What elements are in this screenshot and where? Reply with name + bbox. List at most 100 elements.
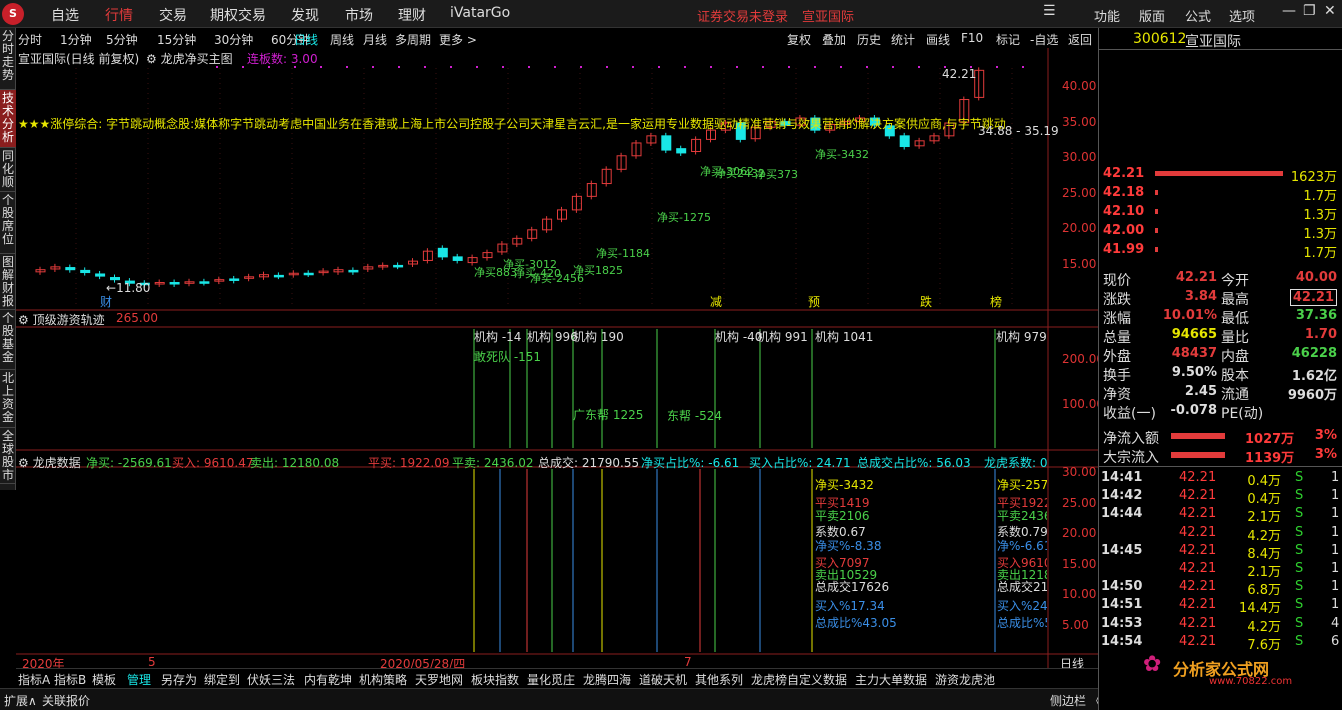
order-volume: 1.7万 xyxy=(1303,246,1337,261)
left-tab-2[interactable]: 同化顺 xyxy=(0,148,16,192)
limit-dot xyxy=(294,66,296,68)
tool-button-6[interactable]: 标记 xyxy=(996,31,1020,48)
indicator-tab-12[interactable]: 龙腾四海 xyxy=(583,671,631,688)
expand-button[interactable]: 扩展∧ xyxy=(4,692,37,709)
indicator-tab-3[interactable]: 管理 xyxy=(127,671,151,688)
indicator-tab-16[interactable]: 主力大单数据 xyxy=(855,671,927,688)
menu-item-7[interactable]: iVatarGo xyxy=(450,5,510,21)
tool-button-2[interactable]: 历史 xyxy=(857,31,881,48)
order-volume: 1.3万 xyxy=(1303,227,1337,242)
menu-item-6[interactable]: 理财 xyxy=(398,5,426,25)
candle-body xyxy=(393,264,404,268)
candle-body xyxy=(452,256,463,261)
period-tab-2[interactable]: 5分钟 xyxy=(106,31,138,48)
left-tab-4[interactable]: 图解财报 xyxy=(0,254,16,310)
quote-value: 42.21 xyxy=(1175,270,1217,285)
candle-body xyxy=(810,117,821,131)
menu-item-2[interactable]: 交易 xyxy=(159,5,187,25)
limit-dot xyxy=(476,66,478,68)
period-tab-8[interactable]: 月线 xyxy=(363,31,387,48)
tick-volume: 2.1万 xyxy=(1247,565,1281,580)
minimize-icon[interactable]: — xyxy=(1282,3,1296,19)
related-quote-button[interactable]: 关联报价 xyxy=(42,692,90,709)
tool-button-4[interactable]: 画线 xyxy=(926,31,950,48)
candle-body xyxy=(884,125,895,137)
right-menu-2[interactable]: 公式 xyxy=(1185,6,1211,25)
period-tab-3[interactable]: 15分钟 xyxy=(157,31,196,48)
indicator-tab-0[interactable]: 指标A xyxy=(18,671,50,688)
left-tab-7[interactable]: 全球股市 xyxy=(0,428,16,484)
left-tab-6[interactable]: 北上资金 xyxy=(0,370,16,428)
tool-button-8[interactable]: 返回 xyxy=(1068,31,1092,48)
tick-count: 1 xyxy=(1331,506,1340,522)
menu-item-5[interactable]: 市场 xyxy=(345,5,373,25)
right-menu-1[interactable]: 版面 xyxy=(1139,6,1165,25)
menu-item-4[interactable]: 发现 xyxy=(291,5,319,25)
indicator-tab-14[interactable]: 其他系列 xyxy=(695,671,743,688)
list-icon[interactable]: ☰ xyxy=(1043,3,1056,19)
indicator-tab-1[interactable]: 指标B xyxy=(54,671,86,688)
limit-dot xyxy=(788,66,790,68)
indicator-tab-7[interactable]: 内有乾坤 xyxy=(304,671,352,688)
tool-button-7[interactable]: -自选 xyxy=(1030,31,1058,48)
indicator-tab-5[interactable]: 绑定到 xyxy=(204,671,240,688)
limit-dot xyxy=(424,66,426,68)
close-icon[interactable]: ✕ xyxy=(1324,3,1336,19)
period-tab-10[interactable]: 更多 > xyxy=(439,31,477,48)
login-status[interactable]: 证券交易未登录 xyxy=(697,6,788,25)
menu-item-3[interactable]: 期权交易 xyxy=(210,5,266,25)
left-tab-0[interactable]: 分时走势 xyxy=(0,28,16,90)
menu-item-0[interactable]: 自选 xyxy=(51,5,79,25)
tool-button-5[interactable]: F10 xyxy=(961,31,983,45)
tick-time: 14:41 xyxy=(1101,470,1143,485)
period-tab-1[interactable]: 1分钟 xyxy=(60,31,92,48)
limit-dot xyxy=(268,66,270,68)
menu-item-1[interactable]: 行情 xyxy=(105,5,133,25)
indicator-tab-6[interactable]: 伏妖三法 xyxy=(247,671,295,688)
indicator-tab-9[interactable]: 天罗地网 xyxy=(415,671,463,688)
left-tab-1[interactable]: 技术分析 xyxy=(0,90,16,148)
limit-dot xyxy=(736,66,738,68)
tool-button-3[interactable]: 统计 xyxy=(891,31,915,48)
period-tab-6[interactable]: 日线 xyxy=(294,31,318,48)
tick-volume: 14.4万 xyxy=(1239,601,1281,617)
indicator-tab-17[interactable]: 游资龙虎池 xyxy=(935,671,995,688)
tick-side: S xyxy=(1295,633,1304,649)
tick-side: S xyxy=(1295,561,1304,576)
period-tab-7[interactable]: 周线 xyxy=(330,31,354,48)
candle-body xyxy=(437,247,448,258)
quote-label: 现价 xyxy=(1103,273,1131,289)
tick-price: 42.21 xyxy=(1179,506,1217,522)
left-tab-3[interactable]: 个股席位 xyxy=(0,192,16,254)
maximize-icon[interactable]: ❐ xyxy=(1303,3,1316,19)
tick-volume: 0.4万 xyxy=(1247,474,1281,489)
right-menu-3[interactable]: 选项 xyxy=(1229,6,1255,25)
tick-price: 42.21 xyxy=(1179,524,1217,540)
left-tab-5[interactable]: 个股基金 xyxy=(0,310,16,370)
period-tab-9[interactable]: 多周期 xyxy=(395,31,431,48)
indicator-tab-2[interactable]: 模板 xyxy=(92,671,116,688)
indicator-tab-13[interactable]: 道破天机 xyxy=(639,671,687,688)
tool-button-1[interactable]: 叠加 xyxy=(822,31,846,48)
chart-canvas[interactable] xyxy=(16,48,1098,668)
tick-price: 42.21 xyxy=(1179,542,1217,558)
chart-toolbar: 分时 1分钟 5分钟 15分钟 30分钟 60分钟 日线 周线 月线 多周期 更多 > 复权 叠加 历史统… xyxy=(16,28,1098,48)
indicator-tab-15[interactable]: 龙虎榜自定义数据 xyxy=(751,671,847,688)
tick-row: 14:41 42.21 0.4万 S 1 xyxy=(1099,470,1342,489)
indicator-tab-4[interactable]: 另存为 xyxy=(161,671,197,688)
candle-body xyxy=(348,269,359,273)
indicator-tab-8[interactable]: 机构策略 xyxy=(359,671,407,688)
quote-value: 42.21 xyxy=(1289,289,1337,306)
right-menu-0[interactable]: 功能 xyxy=(1094,6,1120,25)
quote-label: 最高 xyxy=(1221,292,1249,308)
tick-price: 42.21 xyxy=(1179,579,1217,595)
order-price: 42.00 xyxy=(1103,223,1145,238)
indicator-tab-10[interactable]: 板块指数 xyxy=(471,671,519,688)
tool-button-0[interactable]: 复权 xyxy=(787,31,811,48)
period-tab-0[interactable]: 分时 xyxy=(18,31,42,48)
app-logo: S xyxy=(2,3,24,25)
period-tab-4[interactable]: 30分钟 xyxy=(214,31,253,48)
quote-label: 收益(一) xyxy=(1103,406,1156,422)
quote-label: PE(动) xyxy=(1221,406,1264,422)
indicator-tab-11[interactable]: 量化觅庄 xyxy=(527,671,575,688)
